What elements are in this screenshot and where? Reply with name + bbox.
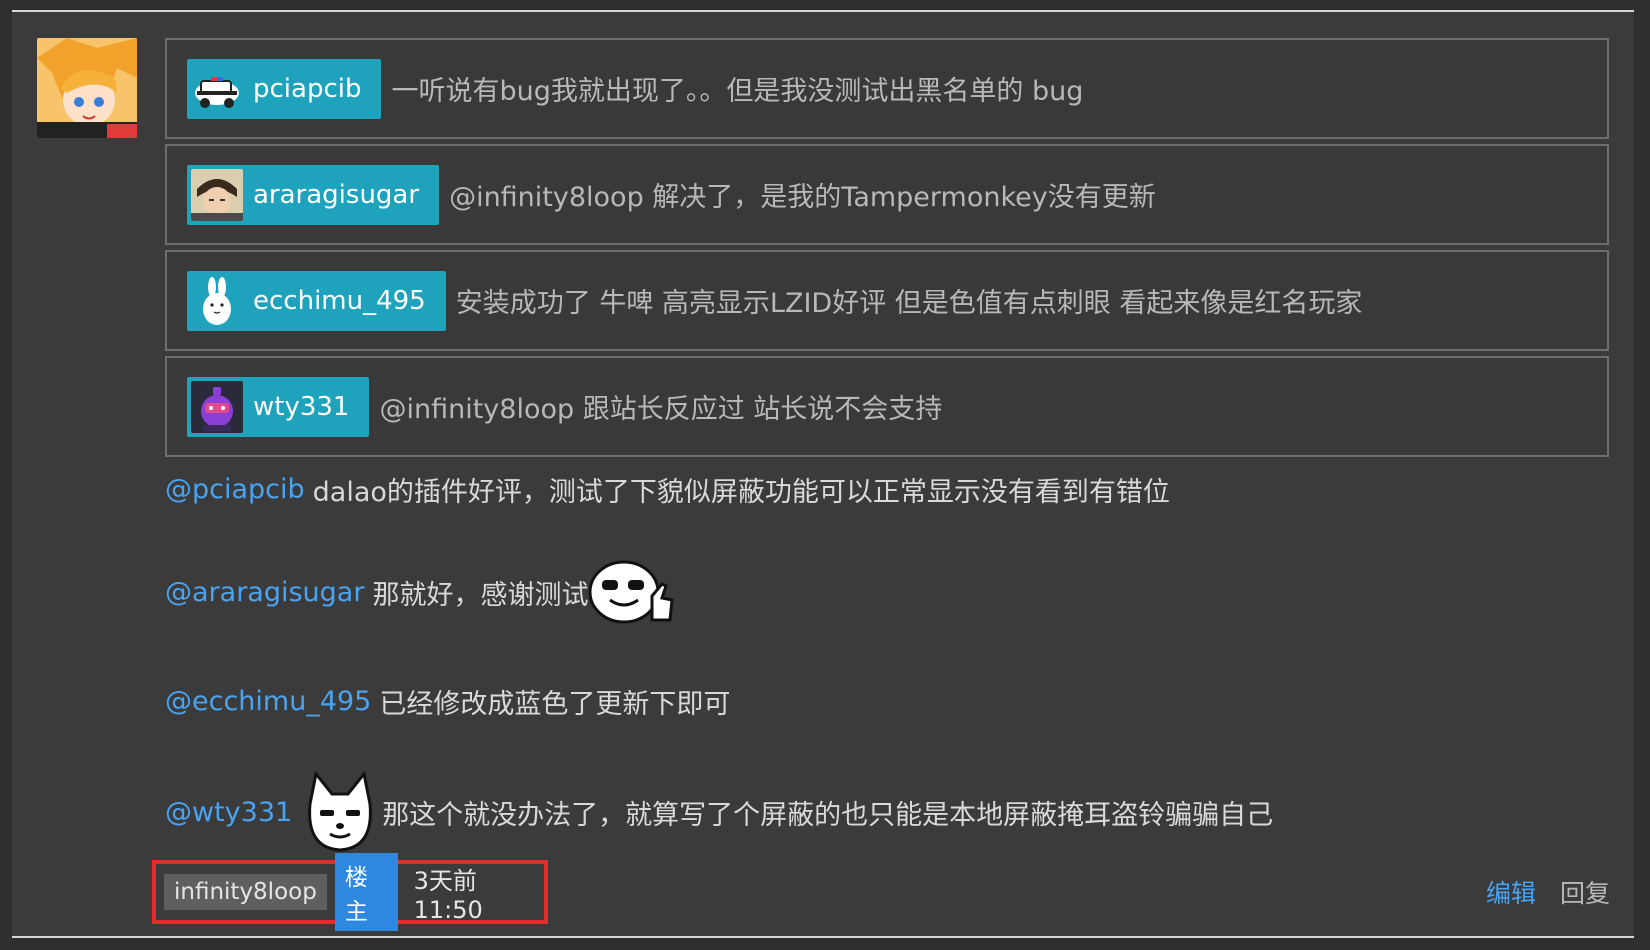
anime-boy-avatar-icon — [191, 168, 243, 221]
quote-username: pciapcib — [253, 73, 362, 104]
quote-username: wty331 — [253, 391, 350, 422]
reply-line: @ecchimu_495 已经修改成蓝色了更新下即可 — [165, 682, 730, 721]
anime-girl-avatar-icon — [37, 38, 137, 138]
purple-robot-avatar-icon — [191, 380, 243, 433]
quote-user-chip[interactable]: araragisugar — [187, 164, 440, 225]
quote-user-chip[interactable]: ecchimu_495 — [187, 270, 446, 331]
bottom-divider — [12, 936, 1634, 938]
police-car-avatar-icon — [191, 62, 243, 115]
quote-username: ecchimu_495 — [253, 285, 426, 316]
quoted-comments: pciapcib 一听说有bug我就出现了。。但是我没测试出黑名单的 bug a… — [165, 38, 1609, 462]
reply-line: @wty331 那这个就没办法了，就算写了个屏蔽的也只能是本地屏蔽掩耳盗铃骗骗自… — [165, 770, 1273, 854]
op-badge: 楼主 — [334, 853, 398, 931]
quote-item: wty331 @infinity8loop 跟站长反应过 站长说不会支持 — [165, 356, 1609, 457]
white-rabbit-avatar-icon — [191, 274, 243, 327]
comment-time: 3天前 11:50 — [413, 866, 483, 924]
reply-text: 那这个就没办法了，就算写了个屏蔽的也只能是本地屏蔽掩耳盗铃骗骗自己 — [382, 799, 1274, 831]
quote-text: @infinity8loop 解决了，是我的Tampermonkey没有更新 — [449, 182, 1156, 213]
quote-username: araragisugar — [253, 179, 420, 210]
quote-text: @infinity8loop 跟站长反应过 站长说不会支持 — [379, 394, 943, 425]
quote-item: araragisugar @infinity8loop 解决了，是我的Tampe… — [165, 144, 1609, 245]
quote-text: 安装成功了 牛啤 高亮显示LZID好评 但是色值有点刺眼 看起来像是红名玩家 — [455, 288, 1363, 319]
quote-user-chip[interactable]: pciapcib — [187, 58, 382, 119]
author-tag[interactable]: infinity8loop — [164, 874, 327, 910]
quote-text: 一听说有bug我就出现了。。但是我没测试出黑名单的 bug — [391, 76, 1084, 107]
mention-link[interactable]: @pciapcib — [165, 474, 305, 505]
reply-text: 已经修改成蓝色了更新下即可 — [379, 689, 731, 720]
reply-line: @araragisugar 那就好，感谢测试 — [165, 560, 675, 624]
reply-button[interactable]: 回复 — [1560, 874, 1610, 910]
commenter-avatar[interactable] — [37, 38, 137, 138]
comment-actions: 编辑 回复 — [1486, 874, 1610, 910]
mention-link[interactable]: @ecchimu_495 — [165, 686, 371, 717]
comment-meta-highlight: infinity8loop 楼主 3天前 11:50 — [152, 853, 548, 931]
reply-text: dalao的插件好评，测试了下貌似屏蔽功能可以正常显示没有看到有错位 — [312, 477, 1170, 508]
quote-item: pciapcib 一听说有bug我就出现了。。但是我没测试出黑名单的 bug — [165, 38, 1609, 139]
edit-button[interactable]: 编辑 — [1486, 874, 1536, 910]
mention-link[interactable]: @araragisugar — [165, 577, 364, 608]
quote-item: ecchimu_495 安装成功了 牛啤 高亮显示LZID好评 但是色值有点刺眼… — [165, 250, 1609, 351]
reply-text: 那就好，感谢测试 — [372, 579, 589, 611]
mention-link[interactable]: @wty331 — [165, 797, 292, 828]
thumbs-up-face-emoji-icon — [588, 560, 675, 624]
quote-user-chip[interactable]: wty331 — [187, 376, 370, 437]
smug-cat-emoji-icon — [308, 770, 373, 852]
reply-line: @pciapcib dalao的插件好评，测试了下貌似屏蔽功能可以正常显示没有看… — [165, 470, 1170, 509]
